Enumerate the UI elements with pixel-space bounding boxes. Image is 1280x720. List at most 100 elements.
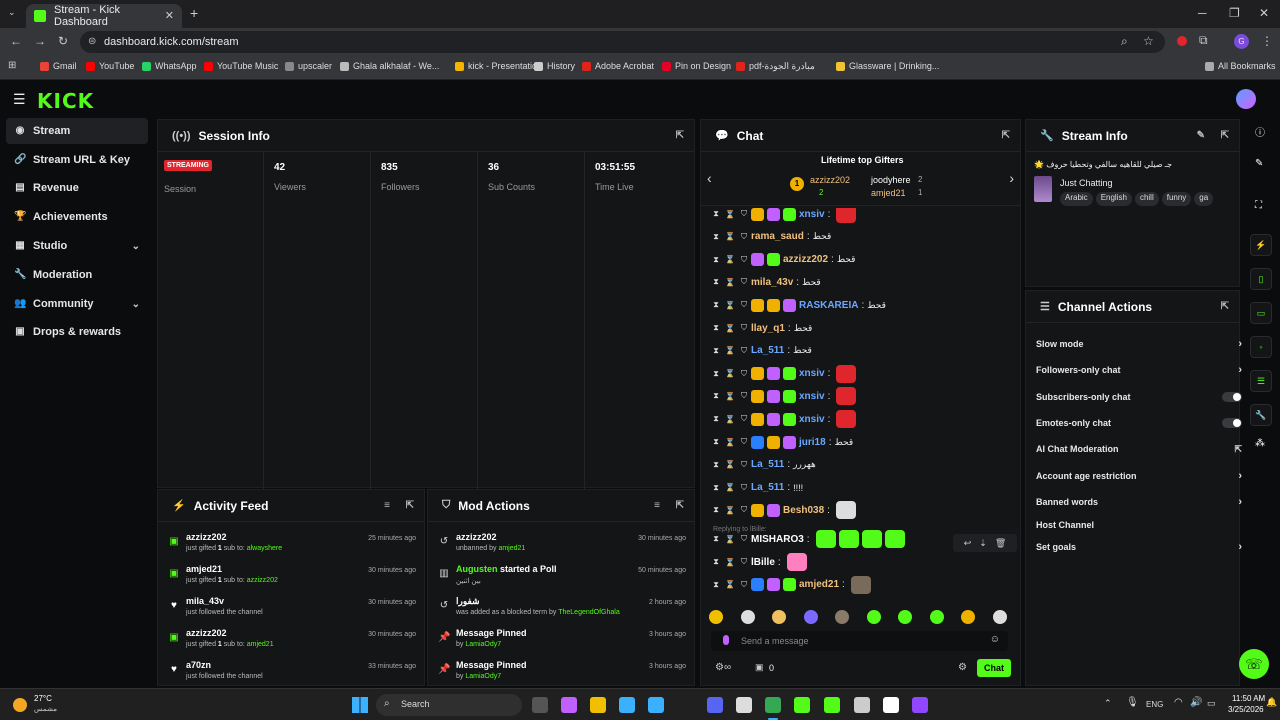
bookmark-star-icon[interactable]: ☆ — [1143, 34, 1154, 48]
mod-action-by[interactable]: TheLegendOfGhala — [558, 609, 620, 616]
bookmark-item[interactable]: Pin on Design — [662, 61, 731, 71]
stream-tag[interactable]: funny — [1161, 192, 1192, 206]
channel-action-followers-only-chat[interactable]: Followers-only chat › — [1036, 359, 1242, 381]
language-indicator[interactable]: ENG — [1146, 700, 1163, 709]
chat-message[interactable]: ⧗ ⌛ ⛉ xnsiv: — [709, 363, 1009, 385]
edge-icon[interactable] — [648, 697, 664, 713]
chat-message[interactable]: ⧗ ⌛ ⛉ xnsiv: — [709, 385, 1009, 407]
reply-icon[interactable]: ↩ — [964, 538, 972, 549]
emote-picker-icon[interactable] — [929, 610, 944, 624]
pin-icon[interactable]: ⧗ — [709, 505, 723, 515]
delete-icon[interactable]: 🗑 — [995, 538, 1006, 549]
timeout-icon[interactable]: ⌛ — [723, 506, 737, 515]
timeout-icon[interactable]: ⌛ — [723, 415, 737, 424]
timeout-icon[interactable]: ⌛ — [723, 535, 737, 544]
extension-icon[interactable] — [1177, 36, 1187, 46]
activity-user[interactable]: amjed21 — [186, 564, 222, 574]
wifi-icon[interactable]: ◠ — [1174, 697, 1183, 708]
pin-icon[interactable]: ⧗ — [709, 414, 723, 424]
chat-username[interactable]: RASKAREIA — [799, 300, 858, 311]
chat-message[interactable]: ⧗ ⌛ ⛉ Besh038: — [709, 499, 1009, 521]
emote-picker-icon[interactable] — [961, 610, 975, 624]
mod-action-by[interactable]: LamiaOdy7 — [465, 673, 501, 680]
activity-target[interactable]: azzizz202 — [247, 577, 278, 584]
mic-tray-icon[interactable]: 🎙 — [1126, 697, 1139, 708]
chat-bubble-icon[interactable]: ▭ — [1250, 302, 1272, 324]
all-bookmarks[interactable]: All Bookmarks — [1205, 61, 1276, 71]
mod-action-user[interactable]: شفورا — [456, 596, 480, 606]
channel-action-emotes-only-chat[interactable]: Emotes-only chat — [1036, 412, 1242, 434]
kick-logo[interactable]: KICK — [37, 89, 94, 113]
community-icon[interactable]: ⁂ — [1255, 438, 1265, 449]
mod-action-by[interactable]: LamiaOdy7 — [465, 641, 501, 648]
list-icon[interactable]: ☰ — [1250, 370, 1272, 392]
chat-username[interactable]: xnsiv — [799, 368, 825, 379]
stream-tag[interactable]: Arabic — [1060, 192, 1093, 206]
channel-action-set-goals[interactable]: Set goals › — [1036, 536, 1242, 558]
bookmark-item[interactable]: upscaler — [285, 61, 332, 71]
timeout-icon[interactable]: ⌛ — [723, 232, 737, 241]
send-chat-button[interactable]: Chat — [977, 659, 1011, 677]
chevron-down-icon[interactable]: ⌄ — [132, 241, 140, 252]
mod-action-user[interactable]: Augusten — [456, 564, 498, 574]
shield-icon[interactable]: ⛉ — [737, 209, 751, 219]
timeout-icon[interactable]: ⌛ — [723, 324, 737, 333]
category-name[interactable]: Just Chatting — [1060, 178, 1113, 188]
chat-message[interactable]: ⧗ ⌛ ⛉ xnsiv: — [709, 408, 1009, 430]
toggle-switch[interactable] — [1222, 418, 1242, 428]
bookmark-item[interactable]: YouTube — [86, 61, 134, 71]
activity-item[interactable]: ▣ amjed21 just gifted 1 sub to: azzizz202 3… — [158, 562, 426, 594]
pin-icon[interactable]: ⧗ — [709, 391, 723, 401]
url-field[interactable]: ⊜ dashboard.kick.com/stream — [80, 31, 1165, 53]
activity-item[interactable]: ♥ a70zn just followed the channel 33 minute… — [158, 658, 426, 690]
chat-username[interactable]: xnsiv — [799, 391, 825, 402]
emote-picker-icon[interactable] — [992, 610, 1007, 624]
activity-user[interactable]: a70zn — [186, 660, 211, 670]
timeout-icon[interactable]: ⌛ — [723, 301, 737, 310]
chat-message[interactable]: ⧗ ⌛ ⛉ La_511: قحط — [709, 340, 1009, 362]
category-thumbnail[interactable] — [1034, 176, 1052, 202]
task-view-icon[interactable] — [532, 697, 548, 713]
gifters-next-icon[interactable]: › — [1009, 170, 1014, 186]
clock-time[interactable]: 11:50 AM — [1232, 694, 1265, 703]
activity-target[interactable]: alwayshere — [247, 545, 282, 552]
zoom-icon[interactable]: ⌕ — [1121, 34, 1128, 49]
chevron-right-icon[interactable]: › — [1238, 541, 1242, 553]
pin-icon[interactable]: ⧗ — [709, 300, 723, 310]
bookmark-item[interactable]: WhatsApp — [142, 61, 197, 71]
tab-list-icon[interactable]: ⌄ — [8, 7, 16, 18]
store-icon[interactable] — [619, 697, 635, 713]
mod-action-user[interactable]: azzizz202 — [456, 532, 497, 542]
stream-tag[interactable]: chill — [1134, 192, 1159, 206]
stream-tag[interactable]: ga — [1194, 192, 1214, 206]
pin-icon[interactable]: ⧗ — [709, 460, 723, 470]
emote-picker-icon[interactable] — [898, 610, 912, 624]
shield-icon[interactable]: ⛉ — [737, 557, 751, 567]
popout-icon[interactable]: ⇱ — [406, 500, 414, 511]
chat-username[interactable]: La_511 — [751, 459, 784, 470]
chat-username[interactable]: xnsiv — [799, 414, 825, 425]
chat-username[interactable]: MISHARO3 — [751, 534, 804, 545]
emote-picker-icon[interactable] — [835, 610, 849, 624]
toggle-switch[interactable] — [1222, 392, 1242, 402]
chat-message[interactable]: ⧗ ⌛ ⛉ rama_saud: قحط — [709, 226, 1009, 248]
capcut-icon[interactable] — [736, 697, 752, 713]
emote-picker-icon[interactable] — [740, 610, 755, 624]
mod-action-user[interactable]: Message Pinned — [456, 628, 527, 638]
chat-message[interactable]: ⧗ ⌛ ⛉ La_511: ههررر — [709, 454, 1009, 476]
twitch-icon[interactable] — [912, 697, 928, 713]
bookmark-item[interactable]: Glassware | Drinking... — [836, 61, 939, 71]
bookmark-item[interactable]: Gmail — [40, 61, 77, 71]
pin-icon[interactable]: ⧗ — [709, 369, 723, 379]
chat-message[interactable]: ⧗ ⌛ ⛉ juri18: قحط — [709, 431, 1009, 453]
chat-username[interactable]: La_511 — [751, 345, 784, 356]
external-link-icon[interactable]: ⇱ — [1234, 444, 1242, 455]
channel-action-slow-mode[interactable]: Slow mode › — [1036, 333, 1242, 355]
pin-icon[interactable]: ⧗ — [709, 255, 723, 265]
shield-icon[interactable]: ⛉ — [737, 534, 751, 544]
shield-icon[interactable]: ⛉ — [737, 255, 751, 265]
activity-item[interactable]: ▣ azzizz202 just gifted 1 sub to: alwayshe… — [158, 530, 426, 562]
browser-menu-icon[interactable]: ⋮ — [1261, 34, 1273, 48]
emote-picker-icon[interactable] — [772, 610, 786, 624]
notification-bell-icon[interactable]: 🔔 — [1266, 697, 1277, 708]
